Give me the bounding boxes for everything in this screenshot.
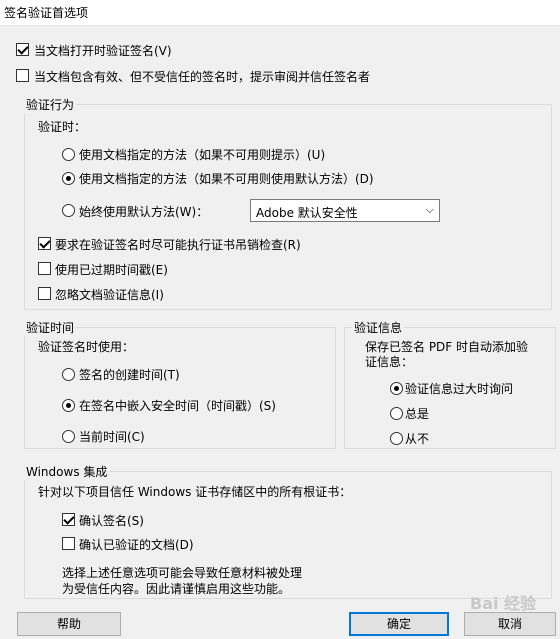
default-method-dropdown[interactable]: Adobe 默认安全性 ⌵	[250, 199, 440, 222]
info-never-radio[interactable]	[390, 432, 403, 445]
ignore-doc-info-label: 忽略文档验证信息(I)	[55, 288, 164, 302]
info-ask-label: 验证信息过大时询问	[405, 382, 514, 396]
verify-on-open-checkbox[interactable]	[16, 43, 29, 56]
verify-on-open-label: 当文档打开时验证签名(V)	[34, 44, 172, 58]
baidu-watermark: Bai 经验	[470, 594, 537, 613]
verify-info-desc-line2: 证信息：	[365, 355, 414, 369]
time-current-label: 当前时间(C)	[79, 430, 145, 444]
expired-timestamp-checkbox[interactable]	[38, 262, 51, 275]
time-creation-label: 签名的创建时间(T)	[79, 368, 180, 382]
method-default-fallback-radio[interactable]	[62, 172, 75, 185]
cancel-button[interactable]: 取消	[464, 612, 556, 636]
ok-button[interactable]: 确定	[349, 612, 449, 636]
method-always-default-label: 始终使用默认方法(W)：	[79, 205, 209, 219]
title-bar: 签名验证首选项	[0, 0, 560, 26]
windows-warning-line2: 为受信任内容。因此请谨慎启用这些功能。	[62, 582, 291, 596]
info-always-label: 总是	[405, 407, 430, 421]
help-button[interactable]: 帮助	[17, 612, 121, 636]
verify-when-label: 验证时：	[38, 120, 87, 134]
info-always-radio[interactable]	[390, 407, 403, 420]
method-prompt-label: 使用文档指定的方法（如果不可用则提示）(U)	[79, 148, 326, 162]
windows-warning-line1: 选择上述任意选项可能会导致任意材料被处理	[62, 566, 303, 580]
verify-time-legend: 验证时间	[24, 319, 77, 336]
windows-trust-label: 针对以下项目信任 Windows 证书存储区中的所有根证书：	[38, 485, 352, 499]
window-title: 签名验证首选项	[4, 6, 89, 20]
trust-certified-docs-label: 确认已验证的文档(D)	[79, 538, 194, 552]
prompt-untrusted-checkbox[interactable]	[16, 69, 29, 82]
trust-certified-docs-checkbox[interactable]	[62, 537, 75, 550]
time-embedded-label: 在签名中嵌入安全时间（时间戳）(S)	[79, 399, 276, 413]
time-embedded-radio[interactable]	[62, 399, 75, 412]
revocation-check-label: 要求在验证签名时尽可能执行证书吊销检查(R)	[55, 238, 301, 252]
method-prompt-radio[interactable]	[62, 148, 75, 161]
verify-info-legend: 验证信息	[352, 319, 405, 336]
trust-signatures-checkbox[interactable]	[62, 513, 75, 526]
info-never-label: 从不	[405, 432, 430, 446]
expired-timestamp-label: 使用已过期时间戳(E)	[55, 263, 168, 277]
revocation-check-checkbox[interactable]	[38, 237, 51, 250]
default-method-value: Adobe 默认安全性	[256, 206, 358, 220]
verify-behavior-legend: 验证行为	[24, 96, 77, 113]
method-always-default-radio[interactable]	[62, 204, 75, 217]
method-default-fallback-label: 使用文档指定的方法（如果不可用则使用默认方法）(D)	[79, 172, 374, 186]
verify-time-use-label: 验证签名时使用：	[38, 340, 135, 354]
trust-signatures-label: 确认签名(S)	[79, 514, 144, 528]
chevron-down-icon: ⌵	[425, 203, 434, 216]
time-creation-radio[interactable]	[62, 368, 75, 381]
windows-integration-legend: Windows 集成	[24, 463, 110, 480]
ignore-doc-info-checkbox[interactable]	[38, 287, 51, 300]
info-ask-radio[interactable]	[390, 382, 403, 395]
time-current-radio[interactable]	[62, 430, 75, 443]
prompt-untrusted-label: 当文档包含有效、但不受信任的签名时，提示审阅并信任签名者	[34, 70, 371, 84]
